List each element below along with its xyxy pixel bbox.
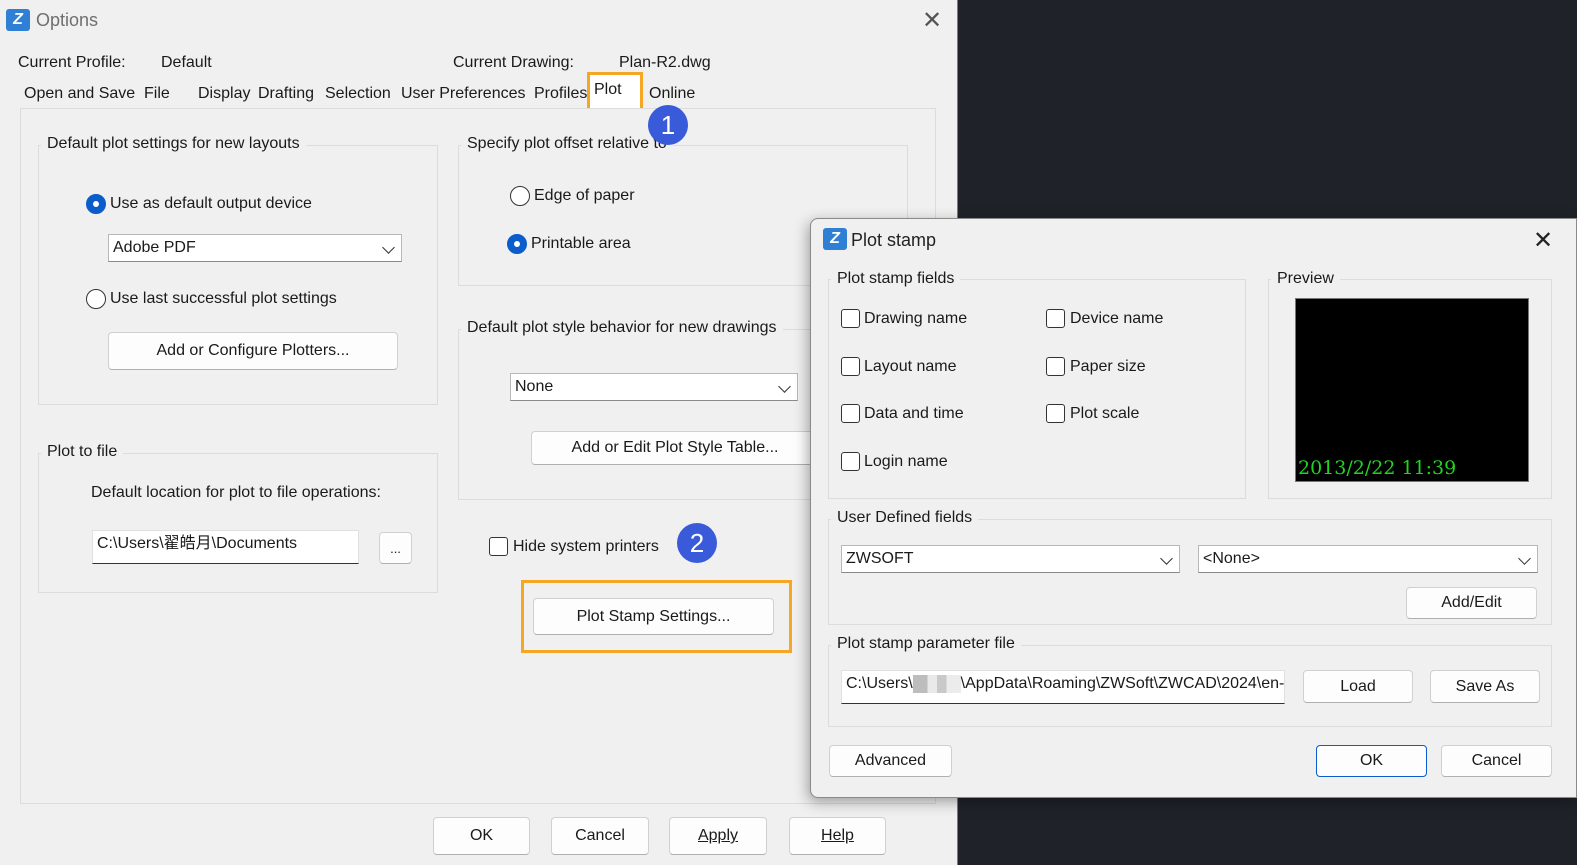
- tab-file[interactable]: File: [140, 80, 174, 108]
- drawing-name-label: Drawing name: [864, 310, 968, 327]
- ok-button[interactable]: OK: [433, 817, 530, 855]
- plot-scale-label: Plot scale: [1070, 405, 1140, 422]
- plot-style-select[interactable]: None: [510, 373, 798, 401]
- tab-selection[interactable]: Selection: [321, 80, 395, 108]
- stamp-fields-title: Plot stamp fields: [831, 270, 961, 288]
- preview-stamp-text: 2013/2/22 11:39: [1298, 457, 1457, 479]
- layout-name-label: Layout name: [864, 358, 957, 375]
- device-name-label: Device name: [1070, 310, 1164, 327]
- device-name-checkbox[interactable]: [1046, 309, 1065, 328]
- app-logo-icon: Z: [823, 228, 847, 250]
- output-device-select[interactable]: Adobe PDF: [108, 234, 402, 262]
- use-last-settings-label: Use last successful plot settings: [110, 290, 337, 307]
- current-drawing-value: Plan-R2.dwg: [619, 54, 711, 71]
- preview-title: Preview: [1271, 270, 1340, 288]
- current-profile-label: Current Profile:: [18, 54, 126, 71]
- plot-to-file-path-input[interactable]: C:\Users\翟皓月\Documents: [92, 530, 359, 564]
- hide-system-printers-label: Hide system printers: [513, 538, 659, 555]
- hide-system-printers-checkbox[interactable]: [489, 537, 508, 556]
- step-badge-2: 2: [677, 523, 717, 563]
- tab-profiles[interactable]: Profiles: [530, 80, 591, 108]
- chevron-down-icon: [778, 380, 791, 393]
- current-profile-value: Default: [161, 54, 212, 71]
- preview-screen: 2013/2/22 11:39: [1295, 298, 1529, 482]
- chevron-down-icon: [1160, 552, 1173, 565]
- redacted-username: [912, 674, 961, 693]
- paper-size-checkbox[interactable]: [1046, 357, 1065, 376]
- user-field-1-select[interactable]: ZWSOFT: [841, 545, 1180, 573]
- printable-area-radio[interactable]: [507, 234, 527, 254]
- login-name-checkbox[interactable]: [841, 452, 860, 471]
- user-fields-title: User Defined fields: [831, 509, 979, 527]
- load-button[interactable]: Load: [1303, 670, 1413, 703]
- tab-online[interactable]: Online: [645, 80, 699, 108]
- tab-drafting[interactable]: Drafting: [254, 80, 318, 108]
- plot-stamp-settings-button[interactable]: Plot Stamp Settings...: [533, 598, 774, 635]
- window-title: Options: [36, 10, 99, 30]
- stamp-ok-button[interactable]: OK: [1316, 745, 1427, 777]
- close-icon[interactable]: ✕: [922, 9, 942, 33]
- plot-to-file-title: Plot to file: [41, 443, 124, 461]
- plot-stamp-dialog: Z Plot stamp ✕ Plot stamp fields Drawing…: [810, 218, 1577, 798]
- use-last-settings-radio[interactable]: [86, 289, 106, 309]
- default-plot-settings-title: Default plot settings for new layouts: [41, 135, 306, 153]
- add-configure-plotters-button[interactable]: Add or Configure Plotters...: [108, 332, 398, 370]
- edge-of-paper-label: Edge of paper: [534, 187, 635, 204]
- apply-button[interactable]: Apply: [669, 817, 767, 855]
- layout-name-checkbox[interactable]: [841, 357, 860, 376]
- param-file-title: Plot stamp parameter file: [831, 635, 1021, 653]
- cancel-button[interactable]: Cancel: [551, 817, 649, 855]
- plot-style-behavior-title: Default plot style behavior for new draw…: [461, 319, 783, 337]
- output-device-value: Adobe PDF: [113, 239, 196, 256]
- chevron-down-icon: [382, 241, 395, 254]
- drawing-name-checkbox[interactable]: [841, 309, 860, 328]
- plot-offset-title: Specify plot offset relative to: [461, 135, 673, 153]
- plot-style-value: None: [515, 378, 554, 395]
- data-time-checkbox[interactable]: [841, 404, 860, 423]
- tab-user-preferences[interactable]: User Preferences: [397, 80, 530, 108]
- plot-scale-checkbox[interactable]: [1046, 404, 1065, 423]
- param-path-prefix: C:\Users\: [846, 675, 913, 692]
- paper-size-label: Paper size: [1070, 358, 1146, 375]
- data-time-label: Data and time: [864, 405, 964, 422]
- app-logo-icon: Z: [6, 9, 30, 31]
- add-edit-plot-style-button[interactable]: Add or Edit Plot Style Table...: [531, 431, 819, 465]
- edge-of-paper-radio[interactable]: [510, 186, 530, 206]
- step-badge-1: 1: [648, 105, 688, 145]
- plot-to-file-description: Default location for plot to file operat…: [91, 484, 381, 501]
- param-path-suffix: \AppData\Roaming\ZWSoft\ZWCAD\2024\en-: [960, 675, 1285, 692]
- user-field-1-value: ZWSOFT: [846, 550, 914, 567]
- help-button[interactable]: Help: [789, 817, 886, 855]
- chevron-down-icon: [1518, 552, 1531, 565]
- title-bar: Z Options ✕: [0, 0, 957, 42]
- param-file-path-input[interactable]: C:\Users\ \AppData\Roaming\ZWSoft\ZWCAD\2…: [841, 670, 1285, 704]
- printable-area-label: Printable area: [531, 235, 631, 252]
- close-icon[interactable]: ✕: [1533, 229, 1553, 253]
- tab-display[interactable]: Display: [194, 80, 254, 108]
- use-default-device-label: Use as default output device: [110, 195, 312, 212]
- tab-open-and-save[interactable]: Open and Save: [20, 80, 139, 108]
- login-name-label: Login name: [864, 453, 948, 470]
- use-default-device-radio[interactable]: [86, 194, 106, 214]
- save-as-button[interactable]: Save As: [1430, 670, 1540, 703]
- plot-to-file-group: [38, 453, 438, 593]
- advanced-button[interactable]: Advanced: [829, 745, 952, 777]
- stamp-cancel-button[interactable]: Cancel: [1441, 745, 1552, 777]
- browse-button[interactable]: ...: [379, 532, 412, 564]
- dialog-title: Plot stamp: [851, 230, 937, 250]
- current-drawing-label: Current Drawing:: [453, 54, 574, 71]
- user-field-2-select[interactable]: <None>: [1198, 545, 1538, 573]
- add-edit-button[interactable]: Add/Edit: [1406, 587, 1537, 619]
- tab-plot[interactable]: Plot: [587, 72, 643, 110]
- user-field-2-value: <None>: [1203, 550, 1260, 567]
